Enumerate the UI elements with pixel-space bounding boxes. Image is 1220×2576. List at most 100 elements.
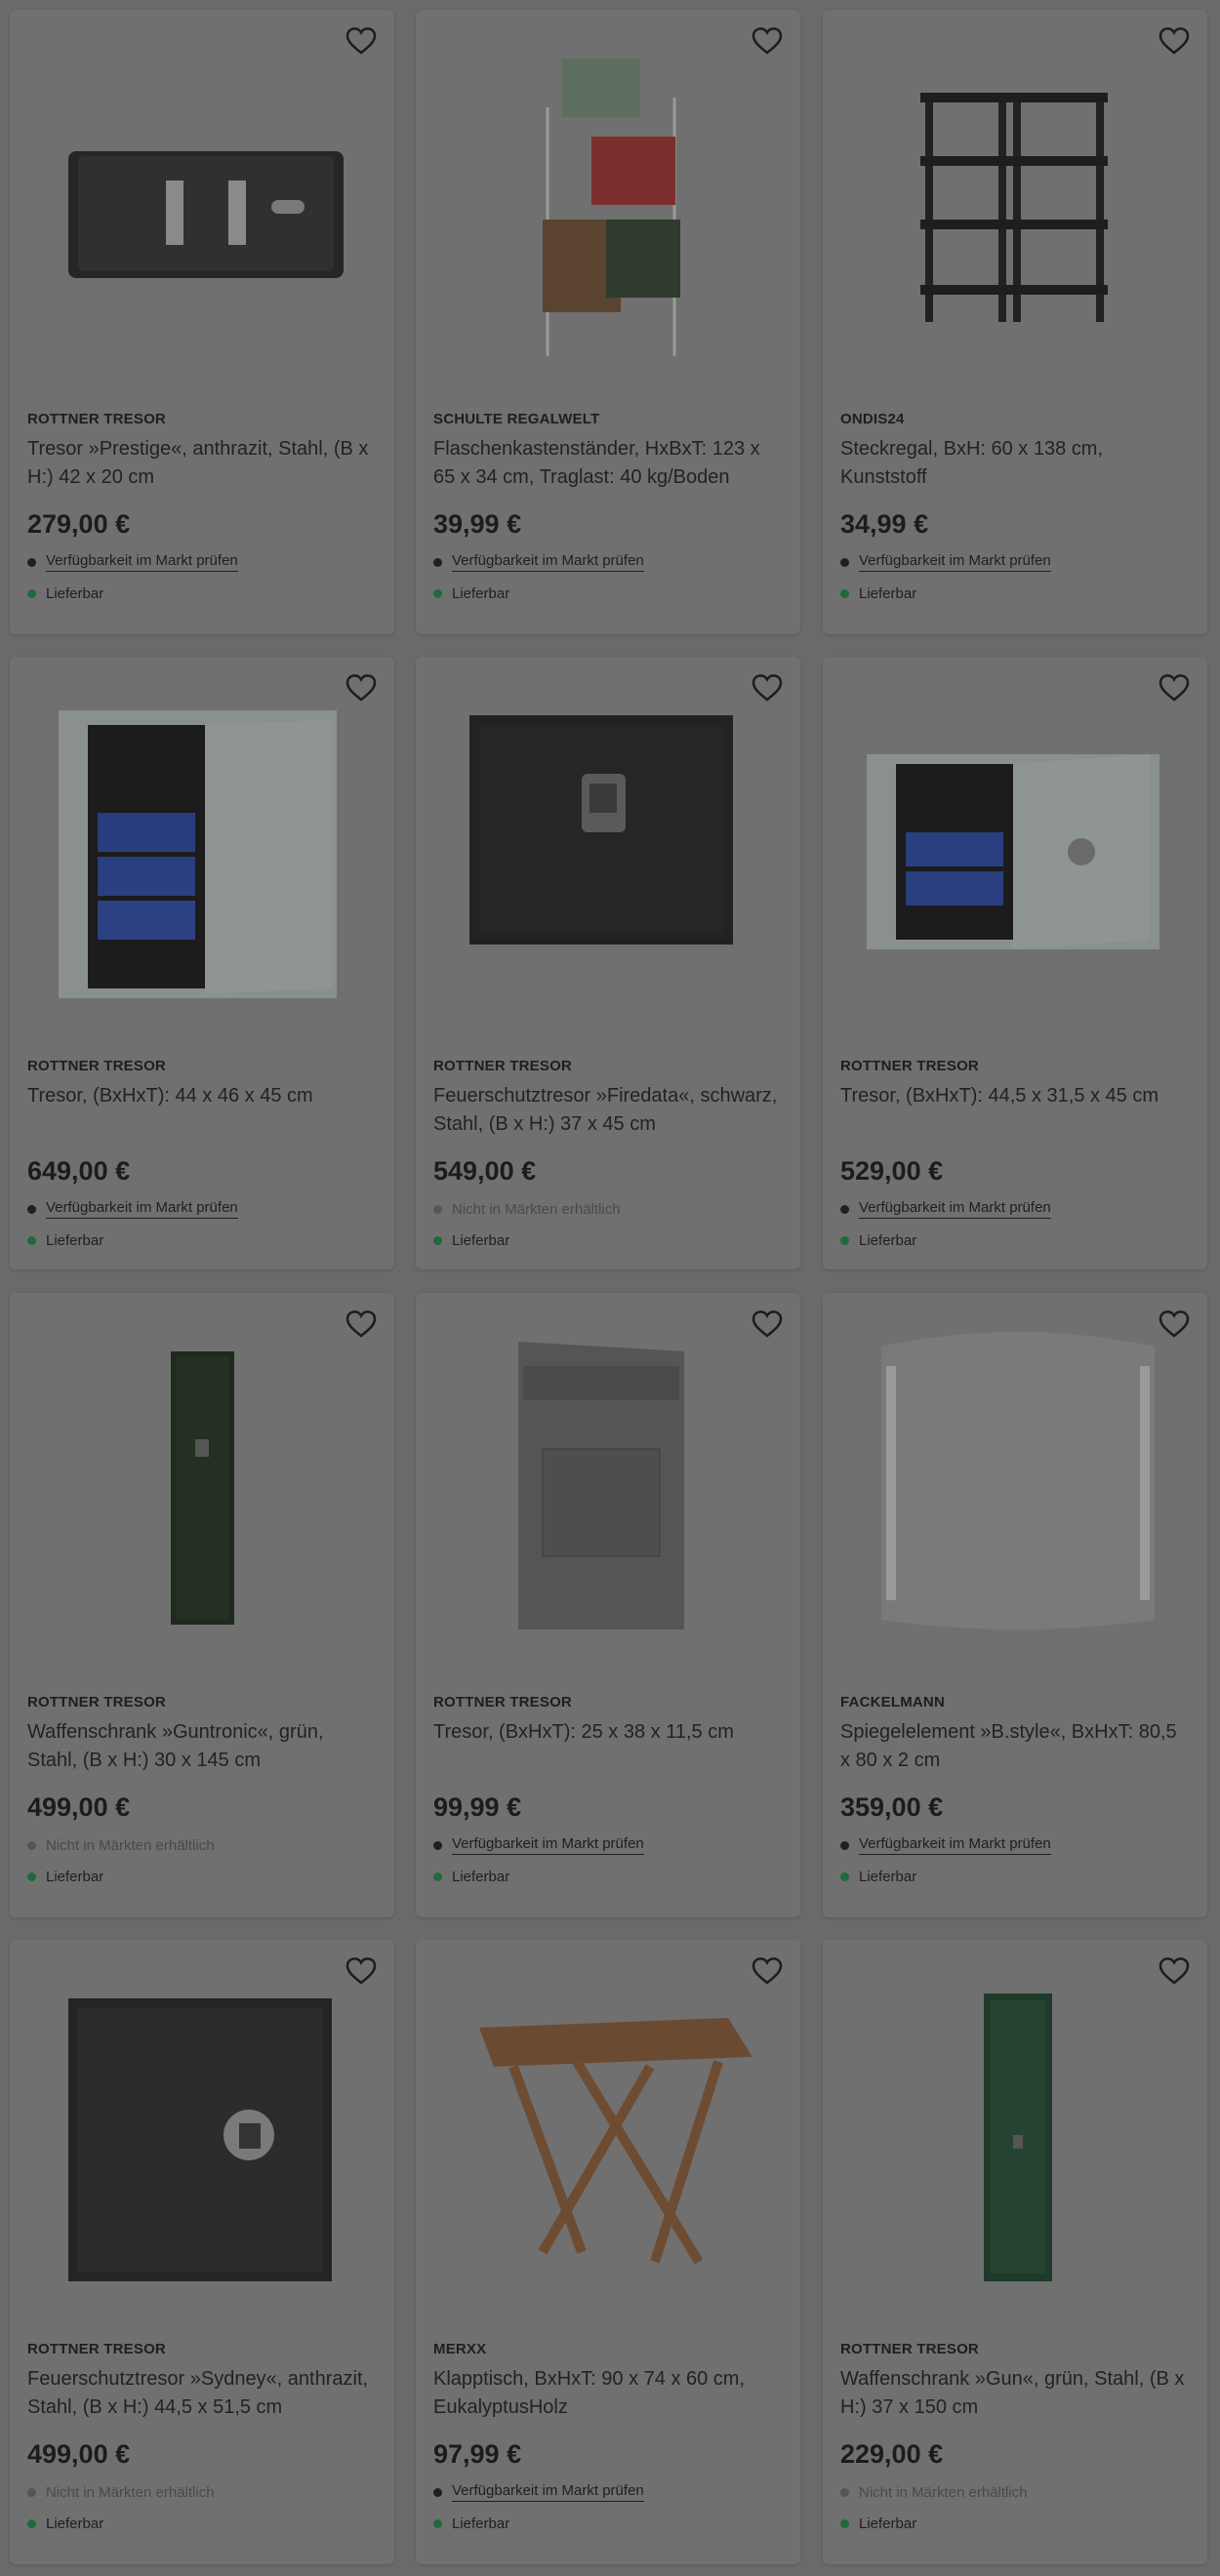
availability-status: Nicht in Märkten erhältlich — [46, 2483, 215, 2501]
heart-outline-icon — [752, 674, 783, 702]
availability-dot-icon — [27, 1840, 36, 1850]
availability-dot-icon — [433, 557, 442, 567]
heart-outline-icon — [752, 27, 783, 55]
product-card[interactable]: FACKELMANN Spiegelelement »B.style«, BxH… — [823, 1293, 1207, 1917]
product-image[interactable] — [10, 10, 394, 400]
deposit-box-image — [518, 1342, 684, 1630]
product-info: ONDIS24 Steckregal, BxH: 60 x 138 cm, Ku… — [840, 410, 1190, 602]
availability-status: Nicht in Märkten erhältlich — [859, 2483, 1028, 2501]
availability-dot-icon — [27, 2487, 36, 2497]
delivery-dot-icon — [27, 2519, 36, 2528]
check-availability-link[interactable]: Verfügbarkeit im Markt prüfen — [859, 1199, 1051, 1219]
availability-row: Nicht in Märkten erhältlich — [840, 2480, 1190, 2504]
availability-row: Verfügbarkeit im Markt prüfen — [433, 550, 783, 574]
product-image[interactable] — [823, 657, 1207, 1047]
product-card[interactable]: ROTTNER TRESOR Tresor »Prestige«, anthra… — [10, 10, 394, 634]
favorite-button[interactable] — [346, 1308, 377, 1340]
favorite-button[interactable] — [346, 1955, 377, 1987]
product-card[interactable]: SCHULTE REGALWELT Flaschenkastenständer,… — [416, 10, 800, 634]
delivery-status: Lieferbar — [46, 585, 104, 602]
product-title[interactable]: Klapptisch, BxHxT: 90 x 74 x 60 cm, Euka… — [433, 2365, 783, 2422]
product-card[interactable]: ROTTNER TRESOR Tresor, (BxHxT): 44,5 x 3… — [823, 657, 1207, 1269]
product-image[interactable] — [10, 1940, 394, 2330]
product-title[interactable]: Tresor, (BxHxT): 44 x 46 x 45 cm — [27, 1082, 377, 1139]
product-title[interactable]: Steckregal, BxH: 60 x 138 cm, Kunststoff — [840, 435, 1190, 492]
product-card[interactable]: ROTTNER TRESOR Feuerschutztresor »Fireda… — [416, 657, 800, 1269]
safe-prestige-image — [68, 151, 344, 278]
product-image[interactable] — [416, 1940, 800, 2330]
product-card[interactable]: ROTTNER TRESOR Tresor, (BxHxT): 44 x 46 … — [10, 657, 394, 1269]
product-title[interactable]: Spiegelelement »B.style«, BxHxT: 80,5 x … — [840, 1718, 1190, 1775]
delivery-dot-icon — [840, 1236, 849, 1245]
availability-row: Nicht in Märkten erhältlich — [433, 1197, 783, 1221]
favorite-button[interactable] — [752, 25, 783, 57]
product-card[interactable]: ONDIS24 Steckregal, BxH: 60 x 138 cm, Ku… — [823, 10, 1207, 634]
product-card[interactable]: ROTTNER TRESOR Feuerschutztresor »Sydney… — [10, 1940, 394, 2564]
product-brand: ROTTNER TRESOR — [27, 2341, 166, 2357]
favorite-button[interactable] — [752, 1308, 783, 1340]
check-availability-link[interactable]: Verfügbarkeit im Markt prüfen — [452, 552, 644, 572]
product-price: 529,00 € — [840, 1156, 944, 1186]
product-price: 499,00 € — [27, 2439, 131, 2469]
product-title[interactable]: Tresor »Prestige«, anthrazit, Stahl, (B … — [27, 435, 377, 492]
check-availability-link[interactable]: Verfügbarkeit im Markt prüfen — [46, 552, 238, 572]
favorite-button[interactable] — [1159, 1308, 1190, 1340]
favorite-button[interactable] — [1159, 25, 1190, 57]
heart-outline-icon — [1159, 1957, 1190, 1985]
check-availability-link[interactable]: Verfügbarkeit im Markt prüfen — [859, 552, 1051, 572]
product-title[interactable]: Waffenschrank »Gun«, grün, Stahl, (B x H… — [840, 2365, 1190, 2422]
heart-outline-icon — [346, 1310, 377, 1338]
product-price: 34,99 € — [840, 509, 929, 539]
check-availability-link[interactable]: Verfügbarkeit im Markt prüfen — [452, 1835, 644, 1855]
product-info: ROTTNER TRESOR Waffenschrank »Gun«, grün… — [840, 2340, 1190, 2532]
delivery-row: Lieferbar — [433, 1869, 783, 1885]
product-card[interactable]: MERXX Klapptisch, BxHxT: 90 x 74 x 60 cm… — [416, 1940, 800, 2564]
product-brand: ROTTNER TRESOR — [433, 1694, 572, 1711]
product-title[interactable]: Flaschenkastenständer, HxBxT: 123 x 65 x… — [433, 435, 783, 492]
availability-dot-icon — [840, 1840, 849, 1850]
safe-firedata-image — [469, 715, 733, 945]
product-image[interactable] — [823, 10, 1207, 400]
product-image[interactable] — [416, 10, 800, 400]
product-title[interactable]: Feuerschutztresor »Firedata«, schwarz, S… — [433, 1082, 783, 1139]
check-availability-link[interactable]: Verfügbarkeit im Markt prüfen — [46, 1199, 238, 1219]
favorite-button[interactable] — [346, 672, 377, 704]
product-brand: ROTTNER TRESOR — [27, 1694, 166, 1711]
heart-outline-icon — [1159, 27, 1190, 55]
product-card[interactable]: ROTTNER TRESOR Tresor, (BxHxT): 25 x 38 … — [416, 1293, 800, 1917]
availability-status: Nicht in Märkten erhältlich — [46, 1836, 215, 1854]
shelf-image — [920, 93, 1108, 322]
favorite-button[interactable] — [1159, 1955, 1190, 1987]
product-info: MERXX Klapptisch, BxHxT: 90 x 74 x 60 cm… — [433, 2340, 783, 2532]
product-image[interactable] — [416, 1293, 800, 1683]
product-card[interactable]: ROTTNER TRESOR Waffenschrank »Guntronic«… — [10, 1293, 394, 1917]
availability-dot-icon — [433, 1840, 442, 1850]
favorite-button[interactable] — [346, 25, 377, 57]
availability-row: Nicht in Märkten erhältlich — [27, 2480, 377, 2504]
product-title[interactable]: Waffenschrank »Guntronic«, grün, Stahl, … — [27, 1718, 377, 1775]
favorite-button[interactable] — [752, 1955, 783, 1987]
product-title[interactable]: Tresor, (BxHxT): 25 x 38 x 11,5 cm — [433, 1718, 783, 1775]
favorite-button[interactable] — [1159, 672, 1190, 704]
product-image[interactable] — [10, 657, 394, 1047]
product-image[interactable] — [823, 1940, 1207, 2330]
product-image[interactable] — [10, 1293, 394, 1683]
delivery-dot-icon — [433, 2519, 442, 2528]
favorite-button[interactable] — [752, 672, 783, 704]
product-title[interactable]: Tresor, (BxHxT): 44,5 x 31,5 x 45 cm — [840, 1082, 1190, 1139]
delivery-dot-icon — [433, 1236, 442, 1245]
product-info: ROTTNER TRESOR Tresor, (BxHxT): 44,5 x 3… — [840, 1057, 1190, 1249]
product-title[interactable]: Feuerschutztresor »Sydney«, anthrazit, S… — [27, 2365, 377, 2422]
product-image[interactable] — [823, 1293, 1207, 1683]
delivery-dot-icon — [840, 2519, 849, 2528]
product-price: 649,00 € — [27, 1156, 131, 1186]
check-availability-link[interactable]: Verfügbarkeit im Markt prüfen — [859, 1835, 1051, 1855]
product-price: 499,00 € — [27, 1792, 131, 1822]
product-info: ROTTNER TRESOR Feuerschutztresor »Fireda… — [433, 1057, 783, 1249]
product-image[interactable] — [416, 657, 800, 1047]
product-card[interactable]: ROTTNER TRESOR Waffenschrank »Gun«, grün… — [823, 1940, 1207, 2564]
check-availability-link[interactable]: Verfügbarkeit im Markt prüfen — [452, 2482, 644, 2502]
delivery-status: Lieferbar — [452, 1232, 510, 1249]
availability-dot-icon — [840, 557, 849, 567]
delivery-row: Lieferbar — [27, 585, 377, 602]
